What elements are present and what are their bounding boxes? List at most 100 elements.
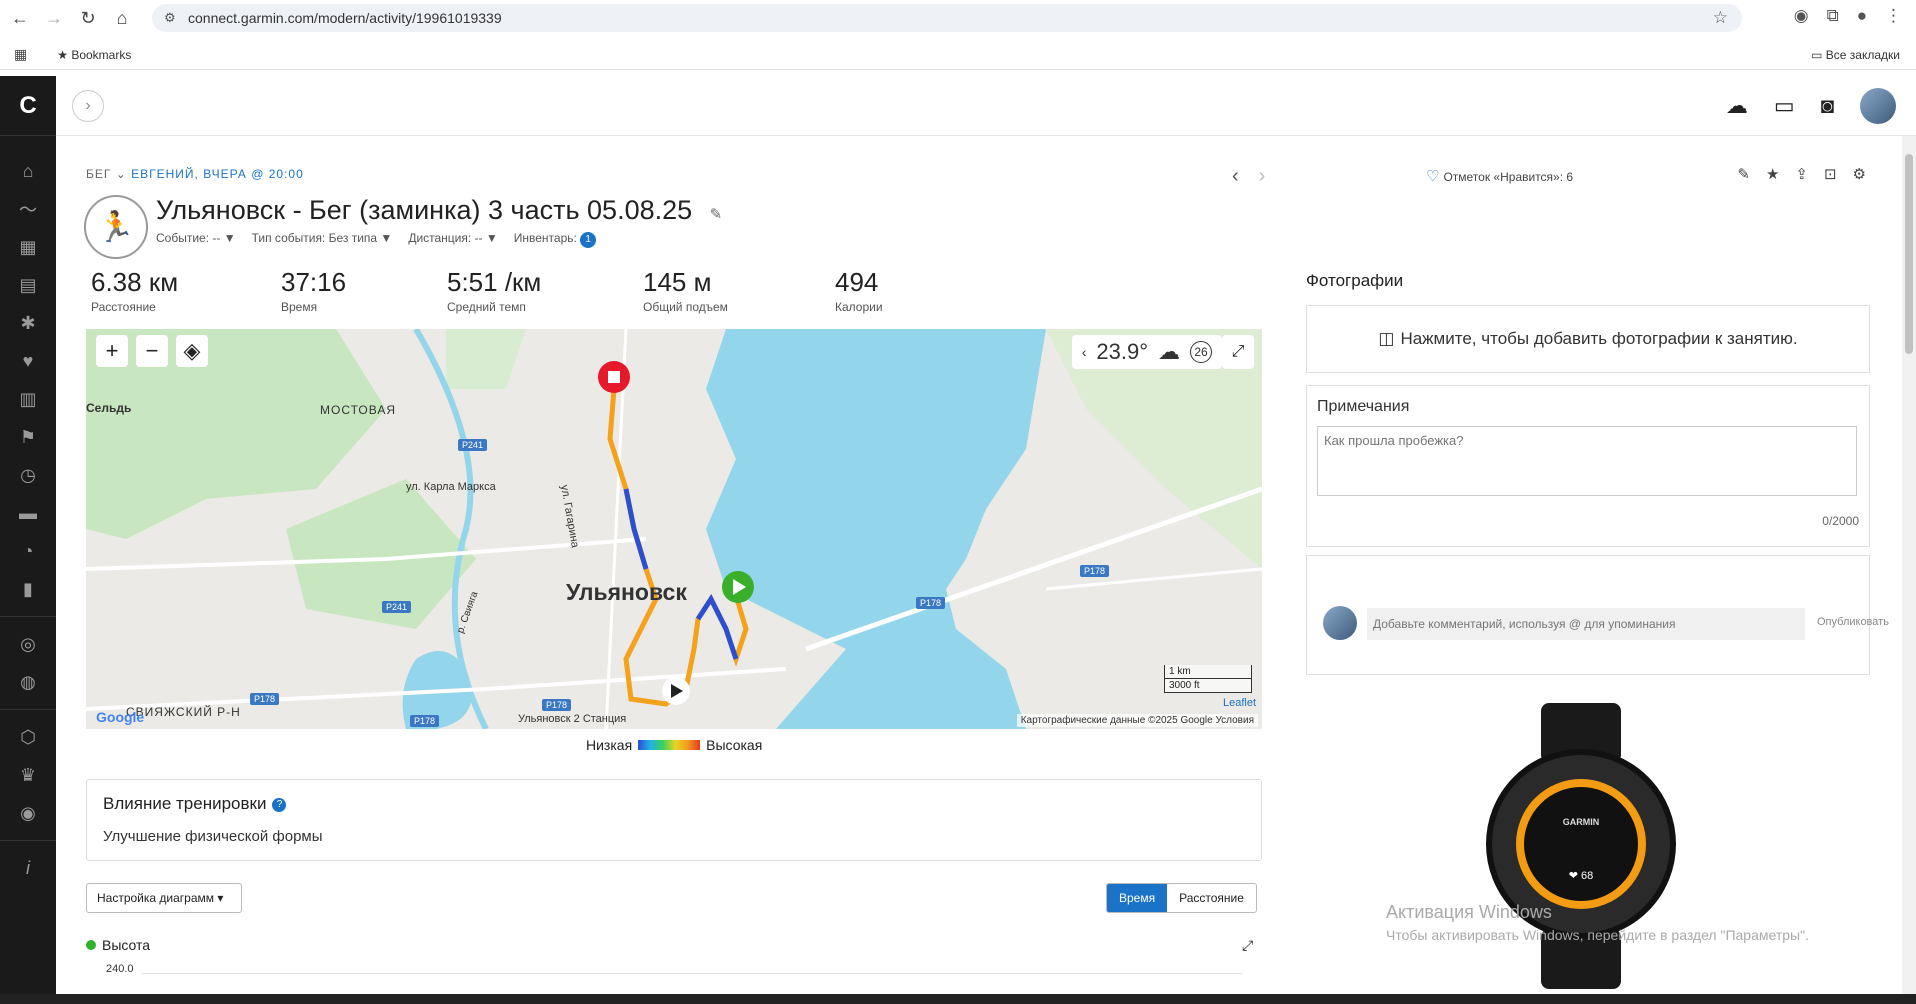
garmin-logo-icon[interactable]: C <box>0 76 56 136</box>
gear-shoe-icon[interactable]: ▬ <box>0 494 56 532</box>
distance-dropdown[interactable]: Дистанция: -- ▼ <box>408 231 497 248</box>
park-area <box>446 329 526 389</box>
calendar-icon[interactable]: ▦ <box>0 228 56 266</box>
home-nav-icon[interactable]: ⌂ <box>0 152 56 190</box>
page-scrollbar[interactable] <box>1902 136 1916 1004</box>
help-icon[interactable]: ? <box>272 797 287 812</box>
badges-icon[interactable]: ⬡ <box>0 718 56 756</box>
challenges-icon[interactable]: ◉ <box>0 794 56 832</box>
watch-brand-text: GARMIN <box>1562 817 1600 827</box>
chart-expand-icon[interactable]: ⤢ <box>1242 937 1253 954</box>
trend-icon[interactable]: 〜 <box>0 190 56 228</box>
all-bookmarks[interactable]: ▭ Все закладки <box>1811 48 1900 62</box>
notes-textarea[interactable] <box>1317 426 1857 496</box>
weather-widget[interactable]: ‹ 23.9° ☁ 26 <box>1071 335 1222 369</box>
gear-label: Инвентарь: <box>513 231 577 245</box>
activity-owner-link[interactable]: Евгений, вчера @ 20:00 <box>131 167 304 181</box>
publish-button[interactable]: Опубликовать <box>1817 616 1889 628</box>
stopwatch-icon[interactable]: ◷ <box>0 456 56 494</box>
leaflet-link[interactable]: Leaflet <box>1223 697 1256 709</box>
connections-icon[interactable]: ◎ <box>0 625 56 663</box>
user-avatar[interactable] <box>1860 88 1896 124</box>
chart-settings-dropdown[interactable]: Настройка диаграмм ▾ <box>86 883 242 913</box>
reports-icon[interactable]: ▮ <box>0 570 56 608</box>
training-icon[interactable]: ⚑ <box>0 418 56 456</box>
edit-title-icon[interactable]: ✎ <box>710 206 723 223</box>
back-icon[interactable]: ← <box>6 4 34 32</box>
altitude-series-label: Высота <box>86 937 150 953</box>
map-fullscreen-icon[interactable]: ⤢ <box>1222 335 1254 369</box>
event-dropdown[interactable]: Событие: -- ▼ <box>156 231 236 248</box>
breadcrumb: Бег ⌄ Евгений, вчера @ 20:00 <box>86 167 304 181</box>
device-watch-icon[interactable]: ◙ <box>1821 93 1834 119</box>
insights-bulb-icon[interactable]: ◔ <box>0 532 56 570</box>
trophy-icon[interactable]: ♛ <box>0 756 56 794</box>
zoom-in-button[interactable]: + <box>96 335 128 367</box>
site-info-icon[interactable]: ⚙ <box>164 10 176 26</box>
extension-icon[interactable]: ◉ <box>1794 6 1809 26</box>
profile-icon[interactable]: ● <box>1857 6 1867 26</box>
activity-map[interactable]: + − ◈ ‹ 23.9° ☁ 26 ⤢ Сельдь МОСТОВАЯ ул.… <box>86 329 1262 729</box>
health-heart-icon[interactable]: ♥ <box>0 342 56 380</box>
gear-selector[interactable]: Инвентарь: 1 <box>513 231 597 248</box>
bookmarks-folder[interactable]: ★ Bookmarks <box>57 48 131 62</box>
scale-km: 1 km <box>1164 665 1252 679</box>
upload-cloud-icon[interactable]: ☁ <box>1726 93 1748 119</box>
apps-grid-icon[interactable]: ▦ <box>14 46 27 63</box>
stats-icon[interactable]: ▥ <box>0 380 56 418</box>
activity-type-dropdown[interactable]: Бег <box>86 167 111 181</box>
layers-icon[interactable]: ◈ <box>176 335 208 367</box>
menu-kebab-icon[interactable]: ⋮ <box>1885 6 1902 26</box>
right-panel: ♡ Отметок «Нравится»: 6 ✎ ★ ⇪ ⊡ ⚙ Фотогра… <box>1306 137 1889 1004</box>
add-photos-text: Нажмите, чтобы добавить фотографии к зан… <box>1400 329 1798 348</box>
zoom-out-button[interactable]: − <box>136 335 168 367</box>
watch-heart-rate: ❤ 68 <box>1568 870 1594 882</box>
next-activity-icon[interactable]: › <box>1259 165 1266 188</box>
previous-activity-icon[interactable]: ‹ <box>1232 165 1239 188</box>
wind-indicator: 26 <box>1190 341 1212 363</box>
share-icon[interactable]: ⇪ <box>1795 165 1808 183</box>
bookmark-star-icon[interactable]: ☆ <box>1713 8 1728 28</box>
forward-icon[interactable]: → <box>40 4 68 32</box>
stat-time: 37:16 Время <box>281 267 447 314</box>
map-canvas <box>86 329 1262 729</box>
likes-text: Отметок «Нравится»: 6 <box>1443 170 1574 184</box>
expand-sidebar-button[interactable]: › <box>72 90 104 122</box>
event-type-dropdown[interactable]: Тип события: Без типа ▼ <box>252 231 393 248</box>
info-icon[interactable]: i <box>0 849 56 887</box>
favorite-star-icon[interactable]: ★ <box>1766 165 1779 183</box>
address-bar[interactable]: ⚙ connect.garmin.com/modern/activity/199… <box>152 4 1742 32</box>
series-dot <box>86 940 96 950</box>
road-badge: P241 <box>382 601 412 613</box>
news-icon[interactable]: ▤ <box>0 266 56 304</box>
puzzle-icon[interactable]: ⧉ <box>1827 6 1839 26</box>
stat-pace: 5:51 /км Средний темп <box>447 267 643 314</box>
privacy-lock-icon[interactable]: ⊡ <box>1824 165 1837 183</box>
activities-icon[interactable]: ✱ <box>0 304 56 342</box>
weather-prev-icon[interactable]: ‹ <box>1082 344 1087 360</box>
garmin-sidebar: C ⌂ 〜 ▦ ▤ ✱ ♥ ▥ ⚑ ◷ ▬ ◔ ▮ ◎ ◍ ⬡ ♛ ◉ i <box>0 76 56 1004</box>
toggle-time[interactable]: Время <box>1107 884 1168 912</box>
scrollbar-thumb[interactable] <box>1905 154 1913 354</box>
training-impact-card: Влияние тренировки? Улучшение физической… <box>86 779 1262 861</box>
route-segment <box>695 593 739 660</box>
likes-count[interactable]: ♡ Отметок «Нравится»: 6 <box>1426 167 1573 185</box>
stat-calories: 494 Калории <box>835 267 955 314</box>
groups-icon[interactable]: ◍ <box>0 663 56 701</box>
heart-icon: ♡ <box>1426 168 1440 185</box>
add-photos-button[interactable]: ◫ Нажмите, чтобы добавить фотографии к за… <box>1306 305 1870 373</box>
comment-card: Опубликовать <box>1306 555 1889 675</box>
reload-icon[interactable]: ↻ <box>74 4 102 32</box>
comment-input[interactable] <box>1367 608 1805 640</box>
temperature: 23.9° <box>1096 339 1148 364</box>
map-attribution[interactable]: Картографические данные ©2025 Google Усл… <box>1016 714 1258 727</box>
stat-label: Калории <box>835 300 883 314</box>
settings-gear-icon[interactable]: ⚙ <box>1853 165 1866 183</box>
toggle-distance[interactable]: Расстояние <box>1167 884 1256 912</box>
inbox-icon[interactable]: ▭ <box>1774 93 1795 119</box>
stat-value: 5:51 /км <box>447 267 542 297</box>
app-header: › ☁ ▭ ◙ <box>56 76 1916 136</box>
windows-activation-title: Активация Windows <box>1386 902 1552 922</box>
edit-icon[interactable]: ✎ <box>1737 165 1750 183</box>
home-icon[interactable]: ⌂ <box>108 4 136 32</box>
